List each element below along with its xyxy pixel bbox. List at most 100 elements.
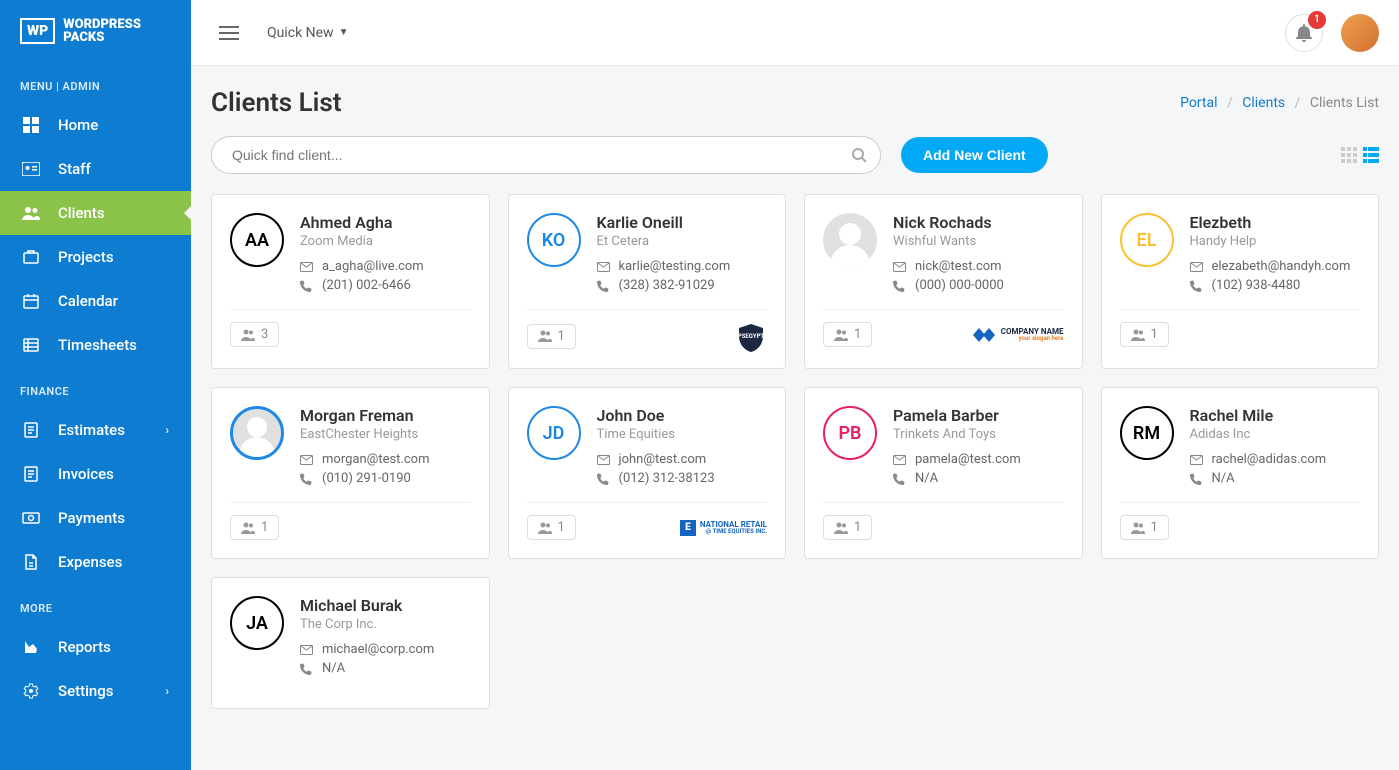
page-title: Clients List [211, 88, 342, 118]
search-icon [851, 147, 867, 163]
nav-label: Settings [58, 682, 114, 700]
client-email: pamela@test.com [893, 452, 1064, 467]
client-card[interactable]: Nick Rochads Wishful Wants nick@test.com… [804, 194, 1083, 369]
breadcrumb-clients[interactable]: Clients [1242, 95, 1285, 111]
search-input[interactable] [211, 136, 881, 174]
client-name: Ahmed Agha [300, 213, 471, 232]
sidebar-item-reports[interactable]: Reports [0, 625, 191, 669]
calendar-icon [22, 293, 40, 309]
logo-text: WORDPRESS PACKS [63, 18, 141, 44]
client-card[interactable]: RM Rachel Mile Adidas Inc rachel@adidas.… [1101, 387, 1380, 559]
phone-icon [597, 280, 611, 292]
breadcrumb: Portal / Clients / Clients List [1180, 95, 1379, 111]
sidebar-item-invoices[interactable]: Invoices [0, 452, 191, 496]
sidebar-item-payments[interactable]: Payments [0, 496, 191, 540]
caret-down-icon: ▼ [339, 27, 349, 38]
gear-icon [22, 683, 40, 699]
client-avatar: AA [230, 213, 284, 267]
envelope-icon [597, 262, 611, 272]
client-name: Michael Burak [300, 596, 471, 615]
phone-icon [300, 663, 314, 675]
client-email: karlie@testing.com [597, 259, 768, 274]
client-card[interactable]: JA Michael Burak The Corp Inc. michael@c… [211, 577, 490, 709]
sidebar-item-projects[interactable]: Projects [0, 235, 191, 279]
sidebar-item-home[interactable]: Home [0, 103, 191, 147]
menu-section-finance: FINANCE [0, 367, 191, 408]
client-company: The Corp Inc. [300, 617, 471, 632]
client-card[interactable]: PB Pamela Barber Trinkets And Toys pamel… [804, 387, 1083, 559]
sidebar-item-clients[interactable]: Clients [0, 191, 191, 235]
contact-count-badge: 1 [230, 515, 279, 540]
breadcrumb-portal[interactable]: Portal [1180, 95, 1217, 111]
client-card[interactable]: EL Elezbeth Handy Help elezabeth@handyh.… [1101, 194, 1380, 369]
nav-label: Staff [58, 160, 91, 178]
client-company: Trinkets And Toys [893, 427, 1064, 442]
list-view-button[interactable] [1363, 147, 1379, 163]
brand-logo[interactable]: WP WORDPRESS PACKS [0, 0, 191, 62]
client-phone: N/A [1190, 471, 1361, 486]
toolbar: Add New Client [191, 136, 1399, 194]
client-card[interactable]: KO Karlie Oneill Et Cetera karlie@testin… [508, 194, 787, 369]
contact-count-badge: 1 [1120, 515, 1169, 540]
sidebar-item-estimates[interactable]: Estimates › [0, 408, 191, 452]
sidebar-item-timesheets[interactable]: Timesheets [0, 323, 191, 367]
nav-label: Calendar [58, 292, 118, 310]
menu-toggle[interactable] [211, 14, 247, 52]
phone-icon [300, 473, 314, 485]
document-icon [22, 422, 40, 438]
contact-count-badge: 1 [823, 322, 872, 347]
contact-count-badge: 1 [527, 324, 576, 349]
envelope-icon [893, 455, 907, 465]
phone-icon [597, 473, 611, 485]
client-phone: N/A [300, 661, 471, 676]
sidebar-item-calendar[interactable]: Calendar [0, 279, 191, 323]
client-card[interactable]: Morgan Freman EastChester Heights morgan… [211, 387, 490, 559]
quick-new-dropdown[interactable]: Quick New ▼ [267, 25, 349, 41]
client-phone: (010) 291-0190 [300, 471, 471, 486]
phone-icon [300, 280, 314, 292]
sidebar-item-settings[interactable]: Settings › [0, 669, 191, 713]
client-name: Karlie Oneill [597, 213, 768, 232]
page-header: Clients List Portal / Clients / Clients … [191, 66, 1399, 136]
grid-view-button[interactable] [1341, 147, 1357, 163]
nav-label: Expenses [58, 553, 122, 571]
sidebar: WP WORDPRESS PACKS MENU | ADMIN Home Sta… [0, 0, 191, 770]
client-email: rachel@adidas.com [1190, 452, 1361, 467]
client-company: Et Cetera [597, 234, 768, 249]
id-card-icon [22, 162, 40, 176]
client-name: John Doe [597, 406, 768, 425]
notifications-button[interactable]: 1 [1285, 14, 1323, 52]
sidebar-item-staff[interactable]: Staff [0, 147, 191, 191]
client-email: a_agha@live.com [300, 259, 471, 274]
client-phone: (000) 000-0000 [893, 278, 1064, 293]
client-phone: (012) 312-38123 [597, 471, 768, 486]
user-avatar[interactable] [1341, 14, 1379, 52]
client-phone: N/A [893, 471, 1064, 486]
client-avatar: JA [230, 596, 284, 650]
envelope-icon [1190, 455, 1204, 465]
people-icon [22, 206, 40, 220]
add-client-button[interactable]: Add New Client [901, 137, 1048, 173]
client-avatar: KO [527, 213, 581, 267]
client-company: EastChester Heights [300, 427, 471, 442]
client-name: Elezbeth [1190, 213, 1361, 232]
client-card[interactable]: JD John Doe Time Equities john@test.com … [508, 387, 787, 559]
expenses-icon [22, 554, 40, 570]
client-company: Wishful Wants [893, 234, 1064, 249]
company-logo: ENATIONAL RETAIL@ TIME EQUITIES INC. [680, 520, 767, 536]
client-card[interactable]: AA Ahmed Agha Zoom Media a_agha@live.com… [211, 194, 490, 369]
envelope-icon [300, 262, 314, 272]
client-name: Rachel Mile [1190, 406, 1361, 425]
sidebar-item-expenses[interactable]: Expenses [0, 540, 191, 584]
reports-icon [22, 639, 40, 655]
svg-text:PSEGYPT: PSEGYPT [738, 333, 765, 340]
client-email: elezabeth@handyh.com [1190, 259, 1361, 274]
client-company: Time Equities [597, 427, 768, 442]
envelope-icon [300, 645, 314, 655]
client-email: morgan@test.com [300, 452, 471, 467]
client-name: Nick Rochads [893, 213, 1064, 232]
client-company: Zoom Media [300, 234, 471, 249]
contact-count-badge: 3 [230, 322, 279, 347]
client-email: michael@corp.com [300, 642, 471, 657]
topbar: Quick New ▼ 1 [191, 0, 1399, 66]
